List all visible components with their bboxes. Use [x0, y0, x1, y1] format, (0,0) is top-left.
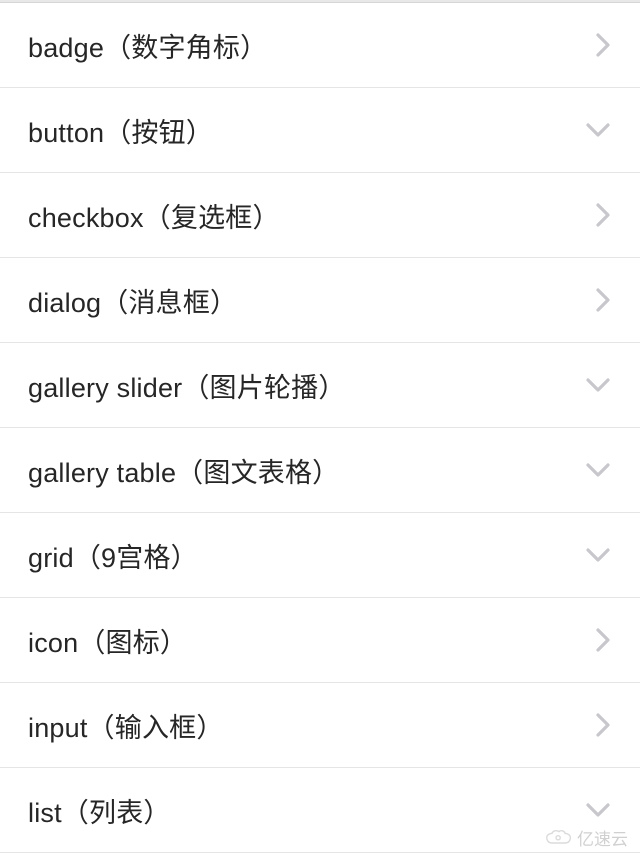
- list-item-input[interactable]: input（输入框）: [0, 683, 640, 768]
- list-item-gallery-table[interactable]: gallery table（图文表格）: [0, 428, 640, 513]
- chevron-down-icon: [586, 463, 610, 477]
- chevron-down-icon: [586, 123, 610, 137]
- list-item-list[interactable]: list（列表）: [0, 768, 640, 853]
- chevron-down-icon: [586, 548, 610, 562]
- component-list: badge（数字角标） button（按钮） checkbox（复选框） dia…: [0, 3, 640, 853]
- chevron-down-icon: [586, 803, 610, 817]
- chevron-right-icon: [596, 713, 610, 737]
- list-item-label: list（列表）: [28, 791, 171, 830]
- list-item-gallery-slider[interactable]: gallery slider（图片轮播）: [0, 343, 640, 428]
- list-item-label: grid（9宫格）: [28, 536, 198, 575]
- chevron-right-icon: [596, 288, 610, 312]
- list-item-label: icon（图标）: [28, 621, 187, 660]
- list-item-grid[interactable]: grid（9宫格）: [0, 513, 640, 598]
- list-item-label: badge（数字角标）: [28, 26, 267, 65]
- list-item-label: checkbox（复选框）: [28, 196, 280, 235]
- list-item-label: dialog（消息框）: [28, 281, 237, 320]
- list-item-badge[interactable]: badge（数字角标）: [0, 3, 640, 88]
- chevron-right-icon: [596, 203, 610, 227]
- list-item-label: gallery slider（图片轮播）: [28, 366, 346, 405]
- list-item-label: input（输入框）: [28, 706, 224, 745]
- list-item-label: button（按钮）: [28, 111, 213, 150]
- chevron-down-icon: [586, 378, 610, 392]
- chevron-right-icon: [596, 628, 610, 652]
- list-item-button[interactable]: button（按钮）: [0, 88, 640, 173]
- list-item-icon[interactable]: icon（图标）: [0, 598, 640, 683]
- list-item-label: gallery table（图文表格）: [28, 451, 339, 490]
- list-item-dialog[interactable]: dialog（消息框）: [0, 258, 640, 343]
- chevron-right-icon: [596, 33, 610, 57]
- list-item-checkbox[interactable]: checkbox（复选框）: [0, 173, 640, 258]
